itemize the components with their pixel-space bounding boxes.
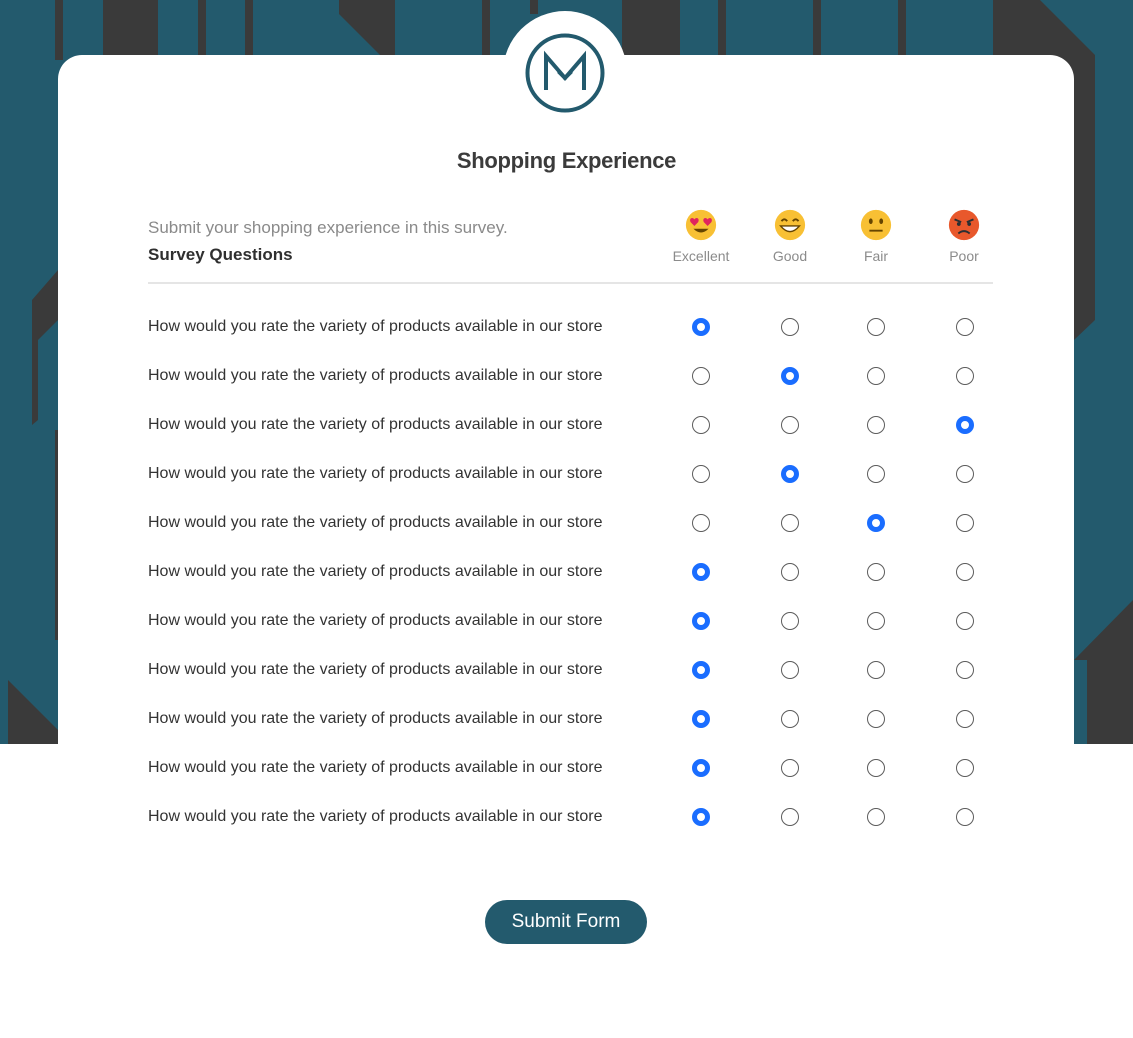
- column-header-excellent: Excellent: [661, 208, 741, 264]
- rating-radio-excellent[interactable]: [692, 318, 710, 336]
- rating-radio-good[interactable]: [781, 318, 799, 336]
- rating-radio-excellent[interactable]: [692, 661, 710, 679]
- question-text: How would you rate the variety of produc…: [148, 367, 603, 384]
- question-row: How would you rate the variety of produc…: [0, 657, 1133, 687]
- rating-radio-fair[interactable]: [867, 612, 885, 630]
- rating-radio-poor[interactable]: [956, 612, 974, 630]
- question-row: How would you rate the variety of produc…: [0, 559, 1133, 589]
- rating-radio-fair[interactable]: [867, 514, 885, 532]
- question-row: How would you rate the variety of produc…: [0, 755, 1133, 785]
- question-text: How would you rate the variety of produc…: [148, 612, 603, 629]
- question-text: How would you rate the variety of produc…: [148, 563, 603, 580]
- rating-radio-excellent[interactable]: [692, 514, 710, 532]
- rating-radio-poor[interactable]: [956, 465, 974, 483]
- neutral-emoji-icon: [860, 209, 892, 241]
- rating-radio-poor[interactable]: [956, 710, 974, 728]
- column-label-poor: Poor: [949, 248, 979, 264]
- grinning-emoji-icon: [774, 209, 806, 241]
- rating-radio-excellent[interactable]: [692, 808, 710, 826]
- rating-radio-good[interactable]: [781, 563, 799, 581]
- rating-radio-fair[interactable]: [867, 367, 885, 385]
- rating-radio-poor[interactable]: [956, 661, 974, 679]
- rating-radio-good[interactable]: [781, 465, 799, 483]
- heart-eyes-emoji-icon: [685, 209, 717, 241]
- section-label: Survey Questions: [148, 245, 293, 264]
- rating-radio-good[interactable]: [781, 808, 799, 826]
- rating-radio-good[interactable]: [781, 612, 799, 630]
- rating-radio-fair[interactable]: [867, 661, 885, 679]
- header-divider: [148, 282, 993, 284]
- question-row: How would you rate the variety of produc…: [0, 461, 1133, 491]
- rating-radio-excellent[interactable]: [692, 563, 710, 581]
- question-row: How would you rate the variety of produc…: [0, 363, 1133, 393]
- column-header-good: Good: [750, 208, 830, 264]
- rating-radio-good[interactable]: [781, 514, 799, 532]
- rating-radio-excellent[interactable]: [692, 710, 710, 728]
- rating-radio-poor[interactable]: [956, 808, 974, 826]
- rating-radio-poor[interactable]: [956, 759, 974, 777]
- question-row: How would you rate the variety of produc…: [0, 412, 1133, 442]
- question-text: How would you rate the variety of produc…: [148, 808, 603, 825]
- page-title: Shopping Experience: [456, 148, 677, 173]
- question-row: How would you rate the variety of produc…: [0, 510, 1133, 540]
- rating-radio-good[interactable]: [781, 367, 799, 385]
- rating-radio-excellent[interactable]: [692, 416, 710, 434]
- rating-radio-poor[interactable]: [956, 416, 974, 434]
- logo-badge: [503, 11, 627, 135]
- rating-radio-excellent[interactable]: [692, 612, 710, 630]
- column-label-excellent: Excellent: [672, 248, 730, 264]
- rating-radio-poor[interactable]: [956, 318, 974, 336]
- rating-radio-fair[interactable]: [867, 710, 885, 728]
- column-label-good: Good: [772, 248, 808, 264]
- rating-radio-excellent[interactable]: [692, 759, 710, 777]
- rating-radio-fair[interactable]: [867, 808, 885, 826]
- submit-form-button[interactable]: Submit Form: [485, 900, 647, 944]
- rating-radio-good[interactable]: [781, 710, 799, 728]
- rating-radio-fair[interactable]: [867, 563, 885, 581]
- question-text: How would you rate the variety of produc…: [148, 416, 603, 433]
- rating-radio-fair[interactable]: [867, 759, 885, 777]
- column-header-fair: Fair: [836, 208, 916, 264]
- question-text: How would you rate the variety of produc…: [148, 661, 603, 678]
- column-label-fair: Fair: [863, 248, 889, 264]
- rating-radio-poor[interactable]: [956, 563, 974, 581]
- rating-radio-good[interactable]: [781, 416, 799, 434]
- rating-radio-fair[interactable]: [867, 465, 885, 483]
- survey-subtitle: Submit your shopping experience in this …: [148, 218, 508, 237]
- question-text: How would you rate the variety of produc…: [148, 514, 603, 531]
- brand-logo-icon: [525, 33, 605, 113]
- rating-radio-excellent[interactable]: [692, 367, 710, 385]
- survey-card: [58, 55, 1074, 1038]
- question-text: How would you rate the variety of produc…: [148, 710, 603, 727]
- rating-radio-poor[interactable]: [956, 514, 974, 532]
- rating-radio-fair[interactable]: [867, 318, 885, 336]
- rating-radio-good[interactable]: [781, 661, 799, 679]
- rating-radio-excellent[interactable]: [692, 465, 710, 483]
- rating-radio-poor[interactable]: [956, 367, 974, 385]
- column-header-poor: Poor: [924, 208, 1004, 264]
- question-text: How would you rate the variety of produc…: [148, 318, 603, 335]
- question-row: How would you rate the variety of produc…: [0, 608, 1133, 638]
- question-text: How would you rate the variety of produc…: [148, 465, 603, 482]
- question-row: How would you rate the variety of produc…: [0, 706, 1133, 736]
- rating-radio-good[interactable]: [781, 759, 799, 777]
- question-row: How would you rate the variety of produc…: [0, 314, 1133, 344]
- rating-radio-fair[interactable]: [867, 416, 885, 434]
- question-row: How would you rate the variety of produc…: [0, 804, 1133, 834]
- question-text: How would you rate the variety of produc…: [148, 759, 603, 776]
- angry-emoji-icon: [948, 209, 980, 241]
